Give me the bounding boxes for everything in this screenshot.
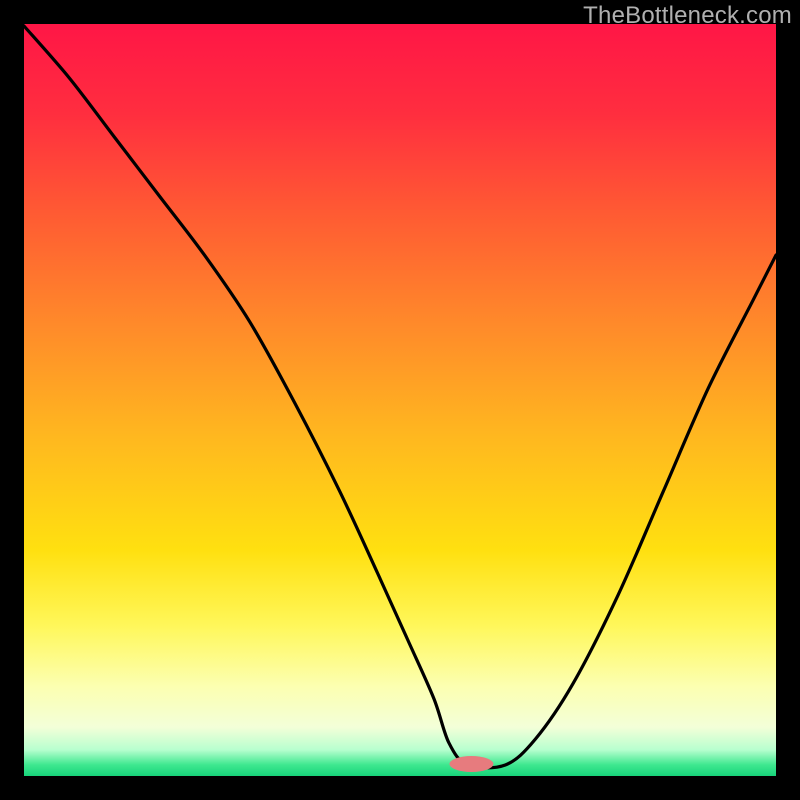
gradient-background: [24, 24, 776, 776]
watermark-text: TheBottleneck.com: [583, 2, 792, 30]
chart-svg: [24, 24, 776, 776]
chart-stage: TheBottleneck.com: [0, 0, 800, 800]
optimal-marker: [449, 756, 493, 772]
plot-area: [24, 24, 776, 776]
